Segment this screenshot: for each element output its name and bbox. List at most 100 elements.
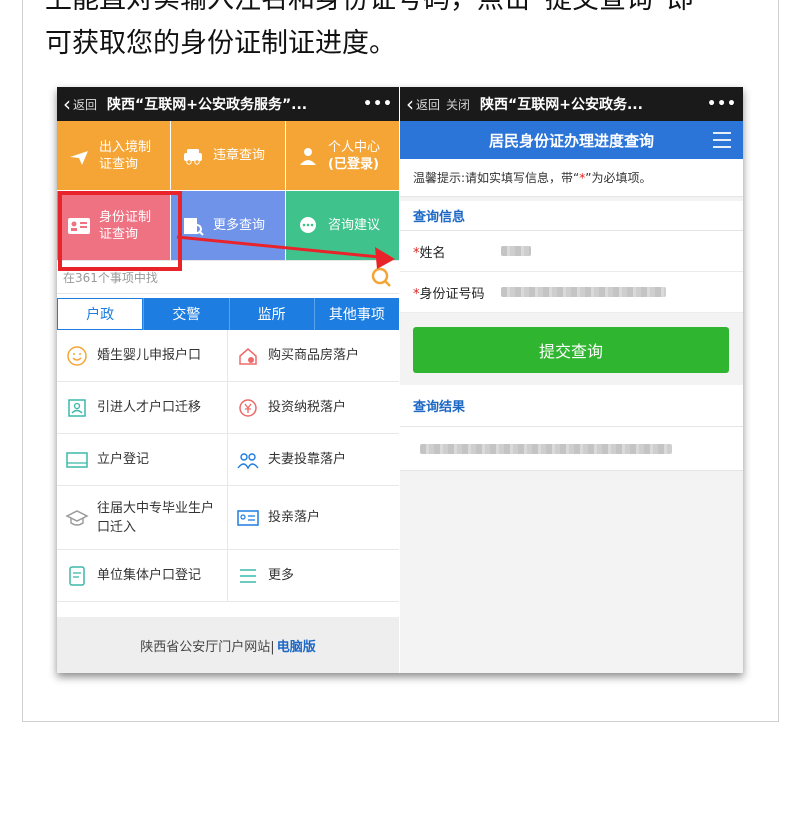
tile-label: 咨询建议 (328, 218, 381, 233)
left-nav-bar: ‹ 返回 陕西“互联网+公安政务服务”... ••• (57, 87, 399, 121)
plane-icon (67, 144, 91, 168)
list-item[interactable]: 婚生婴儿申报户口 (57, 330, 228, 382)
tab-other-items[interactable]: 其他事项 (313, 298, 399, 330)
register-icon (65, 449, 89, 471)
chevron-left-icon: ‹ (406, 92, 414, 116)
service-tiles: 出入境制 证查询 违章查询 个人中心 (已登录) 身份证制 证查询 更多查询 咨询建议 (57, 121, 399, 260)
composite-screenshot: ‹ 返回 陕西“互联网+公安政务服务”... ••• 出入境制 证查询 违章查询 个… (57, 87, 743, 673)
right-nav-title: 陕西“互联网+公安政务... (480, 97, 643, 113)
back-label: 返回 (416, 97, 441, 112)
search-icon[interactable] (369, 265, 393, 289)
more-menu-button[interactable]: ••• (707, 96, 737, 112)
query-page-header: 居民身份证办理进度查询 (400, 121, 743, 159)
name-field-row: *姓名 (400, 231, 743, 272)
form-icon (65, 565, 89, 587)
list-item-label: 婚生婴儿申报户口 (97, 348, 202, 363)
list-icon (236, 565, 260, 587)
household-service-list: 婚生婴儿申报户口 购买商品房落户 引进人才户口迁移 投资纳税落户 立户登记 夫妻… (57, 330, 399, 602)
list-item[interactable]: 更多 (228, 550, 399, 602)
tile-label: 证查询 (99, 156, 139, 172)
tile-label: 身份证制 (99, 209, 152, 225)
graduate-icon (65, 507, 89, 529)
relatives-icon (236, 507, 260, 529)
tip-prefix: 温馨提示:请如实填写信息，带“ (413, 171, 580, 185)
tile-label: 个人中心 (328, 139, 381, 155)
search-input[interactable]: 在361个事项中找 (63, 269, 369, 286)
yuan-icon (236, 397, 260, 419)
list-item[interactable]: 引进人才户口迁移 (57, 382, 228, 434)
chat-icon (296, 214, 320, 238)
list-item[interactable]: 往届大中专毕业生户口迁入 (57, 486, 228, 550)
list-item[interactable]: 购买商品房落户 (228, 330, 399, 382)
list-item[interactable]: 单位集体户口登记 (57, 550, 228, 602)
list-item-label: 往届大中专毕业生户口迁入 (97, 500, 215, 535)
tile-exit-entry[interactable]: 出入境制 证查询 (57, 121, 170, 190)
list-item-label: 投亲落户 (268, 510, 321, 525)
more-menu-button[interactable]: ••• (363, 96, 393, 112)
list-item-label: 更多 (268, 568, 295, 583)
tile-label: (已登录) (328, 156, 379, 172)
list-item-label: 单位集体户口登记 (97, 568, 202, 583)
list-item[interactable]: 夫妻投靠落户 (228, 434, 399, 486)
query-result-value (400, 427, 743, 471)
submit-query-button[interactable]: 提交查询 (413, 327, 729, 373)
footer-bar: 陕西省公安厅门户网站| 电脑版 (57, 617, 399, 673)
article-line-1: 上能直对实输入注名和身份证号码，点击“提交查询”即 (45, 0, 694, 22)
left-phone-screen: ‹ 返回 陕西“互联网+公安政务服务”... ••• 出入境制 证查询 违章查询 个… (57, 87, 399, 673)
tab-traffic-police[interactable]: 交警 (143, 298, 229, 330)
talent-icon (65, 397, 89, 419)
tip-text: 温馨提示:请如实填写信息，带“ * ”为必填项。 (400, 159, 743, 197)
tile-id-card-query[interactable]: 身份证制 证查询 (57, 191, 170, 260)
blurred-result (420, 443, 672, 454)
house-icon (236, 345, 260, 367)
list-item-label: 夫妻投靠落户 (268, 452, 347, 467)
right-phone-screen: ‹ 返回 关闭 陕西“互联网+公安政务... ••• 居民身份证办理进度查询 温馨… (400, 87, 743, 673)
list-item[interactable]: 投资纳税落户 (228, 382, 399, 434)
tab-detention[interactable]: 监所 (228, 298, 314, 330)
section-title-query-info: 查询信息 (400, 201, 743, 231)
search-bar[interactable]: 在361个事项中找 (57, 260, 399, 294)
id-number-field[interactable] (501, 287, 666, 297)
id-card-icon (67, 214, 91, 238)
article-line-2: 可获取您的身份证制证进度。 (45, 28, 396, 59)
field-label-text: 姓名 (419, 245, 446, 261)
page-title: 居民身份证办理进度查询 (488, 131, 654, 150)
list-item-label: 引进人才户口迁移 (97, 400, 202, 415)
name-field[interactable] (501, 246, 531, 256)
tile-consult[interactable]: 咨询建议 (286, 191, 399, 260)
search-doc-icon (181, 214, 205, 238)
list-item-label: 购买商品房落户 (268, 348, 360, 363)
tile-personal-center[interactable]: 个人中心 (已登录) (286, 121, 399, 190)
close-button[interactable]: 关闭 (446, 96, 470, 113)
tile-label: 违章查询 (213, 148, 266, 163)
tile-more-query[interactable]: 更多查询 (171, 191, 285, 260)
menu-icon[interactable] (711, 130, 733, 150)
tip-suffix: ”为必填项。 (585, 171, 652, 185)
id-number-field-row: *身份证号码 (400, 272, 743, 313)
desktop-version-link[interactable]: 电脑版 (277, 636, 316, 655)
list-item[interactable]: 投亲落户 (228, 486, 399, 550)
couple-icon (236, 449, 260, 471)
back-button[interactable]: ‹ 返回 (406, 94, 440, 114)
tab-household[interactable]: 户政 (57, 298, 144, 330)
tile-violation[interactable]: 违章查询 (171, 121, 285, 190)
tile-label: 出入境制 (99, 139, 152, 155)
chevron-left-icon: ‹ (63, 92, 71, 116)
section-title-query-result: 查询结果 (400, 385, 743, 427)
tile-label: 证查询 (99, 226, 139, 242)
tile-label: 更多查询 (213, 218, 266, 233)
back-label: 返回 (73, 97, 98, 112)
user-icon (296, 144, 320, 168)
category-tabs: 户政 交警 监所 其他事项 (57, 298, 399, 330)
baby-icon (65, 345, 89, 367)
left-nav-title: 陕西“互联网+公安政务服务”... (107, 97, 308, 113)
right-nav-bar: ‹ 返回 关闭 陕西“互联网+公安政务... ••• (400, 87, 743, 121)
field-label-text: 身份证号码 (419, 286, 485, 302)
list-item-label: 立户登记 (97, 452, 150, 467)
list-item[interactable]: 立户登记 (57, 434, 228, 486)
footer-text: 陕西省公安厅门户网站| (140, 639, 275, 655)
name-field-label: *姓名 (413, 242, 501, 261)
car-icon (181, 144, 205, 168)
list-item-label: 投资纳税落户 (268, 400, 347, 415)
back-button[interactable]: ‹ 返回 (63, 94, 97, 114)
